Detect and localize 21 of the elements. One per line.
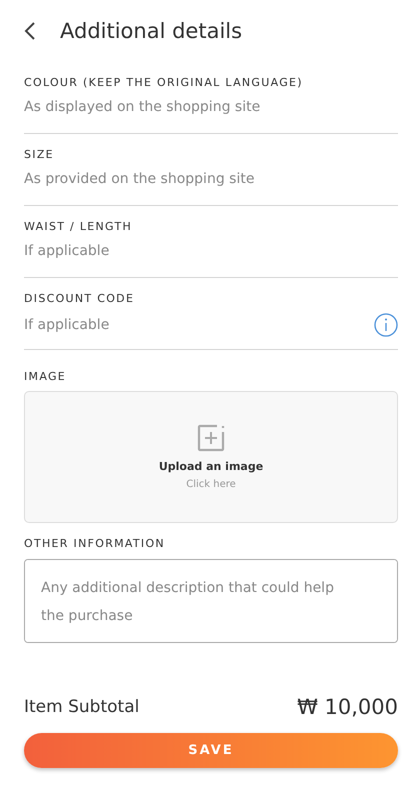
input-field[interactable]: As displayed on the shopping site xyxy=(24,97,398,117)
subtotal-value: ₩ 10,000 xyxy=(297,695,398,719)
field-label: IMAGE xyxy=(24,370,68,385)
back-button[interactable] xyxy=(24,21,36,41)
input-field[interactable]: If applicable xyxy=(24,241,398,261)
upload-title: Upload an image xyxy=(158,460,264,473)
upload-hint: Click here xyxy=(186,479,236,490)
input-field[interactable]: If applicable xyxy=(24,315,374,335)
field-label: WAIST / LENGTH xyxy=(24,220,134,235)
image-upload-area[interactable]: Upload an image Click here xyxy=(24,391,398,523)
add-image-icon xyxy=(197,424,225,452)
page-title: Additional details xyxy=(60,19,242,43)
back-icon xyxy=(24,21,36,41)
field-label: SIZE xyxy=(24,148,55,163)
field-label: DISCOUNT CODE xyxy=(24,292,136,307)
description-field[interactable]: Any additional description that could help the purchase xyxy=(24,559,398,643)
subtotal-label: Item Subtotal xyxy=(24,697,140,717)
field-label: COLOUR (KEEP THE ORIGINAL LANGUAGE) xyxy=(24,76,304,91)
info-icon[interactable] xyxy=(374,313,398,337)
field-label: OTHER INFORMATION xyxy=(24,537,166,552)
input-field[interactable]: As provided on the shopping site xyxy=(24,169,398,189)
